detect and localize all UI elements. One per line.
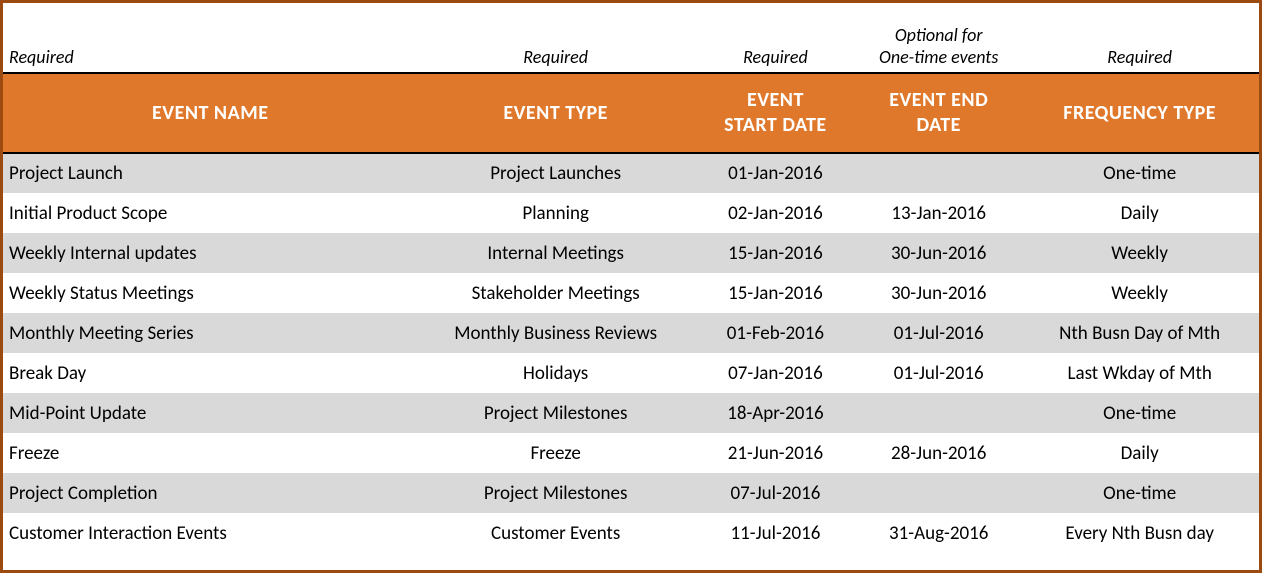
table-row: Weekly Status MeetingsStakeholder Meetin… [3, 273, 1259, 313]
hint-end-date-line1: Optional for [895, 24, 983, 46]
header-start-date-l1: EVENT [747, 88, 804, 112]
cell-end-date[interactable]: 30-Jun-2016 [857, 233, 1020, 273]
table-row: Initial Product ScopePlanning02-Jan-2016… [3, 193, 1259, 233]
cell-event-name[interactable]: Break Day [3, 353, 417, 393]
header-frequency: FREQUENCY TYPE [1020, 73, 1259, 153]
cell-start-date[interactable]: 02-Jan-2016 [694, 193, 857, 233]
cell-event-name[interactable]: Mid-Point Update [3, 393, 417, 433]
cell-start-date[interactable]: 21-Jun-2016 [694, 433, 857, 473]
header-start-date-l2: START DATE [724, 113, 827, 137]
table-frame: Required Required Required Optional for … [0, 0, 1262, 573]
cell-end-date[interactable]: 13-Jan-2016 [857, 193, 1020, 233]
table-row: Break DayHolidays07-Jan-201601-Jul-2016L… [3, 353, 1259, 393]
table-row: Mid-Point UpdateProject Milestones18-Apr… [3, 393, 1259, 433]
table-row: Monthly Meeting SeriesMonthly Business R… [3, 313, 1259, 353]
cell-event-type[interactable]: Project Milestones [417, 393, 693, 433]
cell-event-type[interactable]: Project Launches [417, 153, 693, 193]
cell-frequency[interactable]: Weekly [1020, 233, 1259, 273]
hint-start-date: Required [694, 3, 857, 73]
cell-event-name[interactable]: Monthly Meeting Series [3, 313, 417, 353]
cell-end-date[interactable]: 01-Jul-2016 [857, 353, 1020, 393]
cell-event-name[interactable]: Customer Interaction Events [3, 513, 417, 553]
cell-event-type[interactable]: Freeze [417, 433, 693, 473]
cell-event-name[interactable]: Weekly Status Meetings [3, 273, 417, 313]
events-table: Required Required Required Optional for … [3, 3, 1259, 553]
cell-start-date[interactable]: 11-Jul-2016 [694, 513, 857, 553]
cell-start-date[interactable]: 07-Jul-2016 [694, 473, 857, 513]
cell-event-type[interactable]: Project Milestones [417, 473, 693, 513]
cell-end-date[interactable] [857, 153, 1020, 193]
cell-end-date[interactable]: 28-Jun-2016 [857, 433, 1020, 473]
hint-event-name: Required [3, 3, 417, 73]
cell-start-date[interactable]: 01-Jan-2016 [694, 153, 857, 193]
hint-end-date: Optional for One-time events [857, 3, 1020, 73]
cell-frequency[interactable]: One-time [1020, 153, 1259, 193]
column-header-row: EVENT NAME EVENT TYPE EVENT START DATE E… [3, 73, 1259, 153]
cell-frequency[interactable]: Nth Busn Day of Mth [1020, 313, 1259, 353]
column-hint-row: Required Required Required Optional for … [3, 3, 1259, 73]
cell-event-name[interactable]: Initial Product Scope [3, 193, 417, 233]
cell-start-date[interactable]: 15-Jan-2016 [694, 233, 857, 273]
table-row: FreezeFreeze21-Jun-201628-Jun-2016Daily [3, 433, 1259, 473]
hint-frequency: Required [1020, 3, 1259, 73]
cell-end-date[interactable] [857, 473, 1020, 513]
cell-end-date[interactable] [857, 393, 1020, 433]
cell-frequency[interactable]: Daily [1020, 433, 1259, 473]
cell-frequency[interactable]: Weekly [1020, 273, 1259, 313]
cell-event-name[interactable]: Freeze [3, 433, 417, 473]
header-end-date: EVENT END DATE [857, 73, 1020, 153]
cell-event-type[interactable]: Planning [417, 193, 693, 233]
cell-event-type[interactable]: Monthly Business Reviews [417, 313, 693, 353]
cell-start-date[interactable]: 07-Jan-2016 [694, 353, 857, 393]
cell-event-type[interactable]: Internal Meetings [417, 233, 693, 273]
cell-event-type[interactable]: Holidays [417, 353, 693, 393]
cell-start-date[interactable]: 15-Jan-2016 [694, 273, 857, 313]
cell-frequency[interactable]: Daily [1020, 193, 1259, 233]
cell-end-date[interactable]: 30-Jun-2016 [857, 273, 1020, 313]
cell-event-name[interactable]: Project Completion [3, 473, 417, 513]
cell-end-date[interactable]: 01-Jul-2016 [857, 313, 1020, 353]
cell-event-type[interactable]: Stakeholder Meetings [417, 273, 693, 313]
table-row: Weekly Internal updatesInternal Meetings… [3, 233, 1259, 273]
cell-event-name[interactable]: Weekly Internal updates [3, 233, 417, 273]
header-end-date-l1: EVENT END [889, 88, 988, 112]
hint-event-type: Required [417, 3, 693, 73]
cell-start-date[interactable]: 18-Apr-2016 [694, 393, 857, 433]
header-event-type: EVENT TYPE [417, 73, 693, 153]
header-start-date: EVENT START DATE [694, 73, 857, 153]
cell-end-date[interactable]: 31-Aug-2016 [857, 513, 1020, 553]
header-event-name: EVENT NAME [3, 73, 417, 153]
table-body: Project LaunchProject Launches01-Jan-201… [3, 153, 1259, 553]
table-row: Customer Interaction EventsCustomer Even… [3, 513, 1259, 553]
cell-event-name[interactable]: Project Launch [3, 153, 417, 193]
table-row: Project CompletionProject Milestones07-J… [3, 473, 1259, 513]
cell-frequency[interactable]: Every Nth Busn day [1020, 513, 1259, 553]
cell-event-type[interactable]: Customer Events [417, 513, 693, 553]
hint-end-date-line2: One-time events [879, 46, 998, 68]
cell-frequency[interactable]: One-time [1020, 473, 1259, 513]
header-end-date-l2: DATE [917, 113, 961, 137]
cell-frequency[interactable]: Last Wkday of Mth [1020, 353, 1259, 393]
cell-start-date[interactable]: 01-Feb-2016 [694, 313, 857, 353]
table-row: Project LaunchProject Launches01-Jan-201… [3, 153, 1259, 193]
cell-frequency[interactable]: One-time [1020, 393, 1259, 433]
